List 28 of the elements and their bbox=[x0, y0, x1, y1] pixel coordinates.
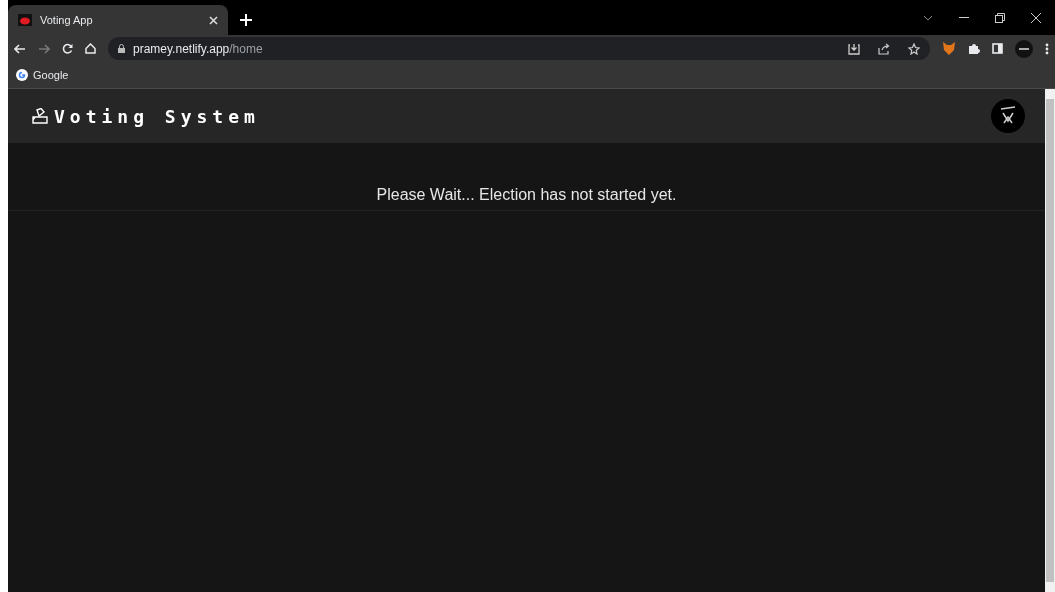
close-icon[interactable] bbox=[209, 15, 218, 25]
close-icon[interactable] bbox=[1031, 12, 1041, 23]
minimize-icon[interactable] bbox=[959, 16, 969, 19]
home-icon[interactable] bbox=[85, 43, 96, 54]
reload-icon[interactable] bbox=[62, 43, 73, 54]
lock-icon bbox=[118, 44, 125, 53]
favicon-icon bbox=[18, 14, 32, 26]
new-tab-icon[interactable] bbox=[240, 14, 252, 26]
address-bar[interactable]: pramey.netlify.app/home bbox=[108, 37, 930, 60]
tab-title: Voting App bbox=[40, 14, 94, 26]
fox-icon[interactable] bbox=[942, 42, 956, 55]
side-panel-icon[interactable] bbox=[992, 43, 1003, 54]
scrollbar[interactable] bbox=[1045, 89, 1055, 592]
restore-icon[interactable] bbox=[995, 12, 1005, 23]
forward-icon[interactable] bbox=[38, 43, 50, 54]
install-icon[interactable] bbox=[848, 42, 860, 55]
star-icon[interactable] bbox=[908, 42, 920, 55]
google-icon bbox=[16, 69, 28, 81]
back-icon[interactable] bbox=[14, 43, 26, 54]
status-message: Please Wait... Election has not started yet. bbox=[8, 143, 1045, 211]
app-title: Voting System bbox=[54, 105, 260, 127]
browser-tab[interactable]: Voting App bbox=[8, 5, 228, 35]
chevron-down-icon[interactable] bbox=[923, 14, 933, 21]
bookmark[interactable]: Google bbox=[16, 69, 69, 81]
share-icon[interactable] bbox=[878, 42, 890, 55]
ballot-box-icon bbox=[32, 108, 48, 124]
menu-icon[interactable] bbox=[1045, 42, 1049, 55]
url-text: pramey.netlify.app/home bbox=[133, 41, 264, 56]
